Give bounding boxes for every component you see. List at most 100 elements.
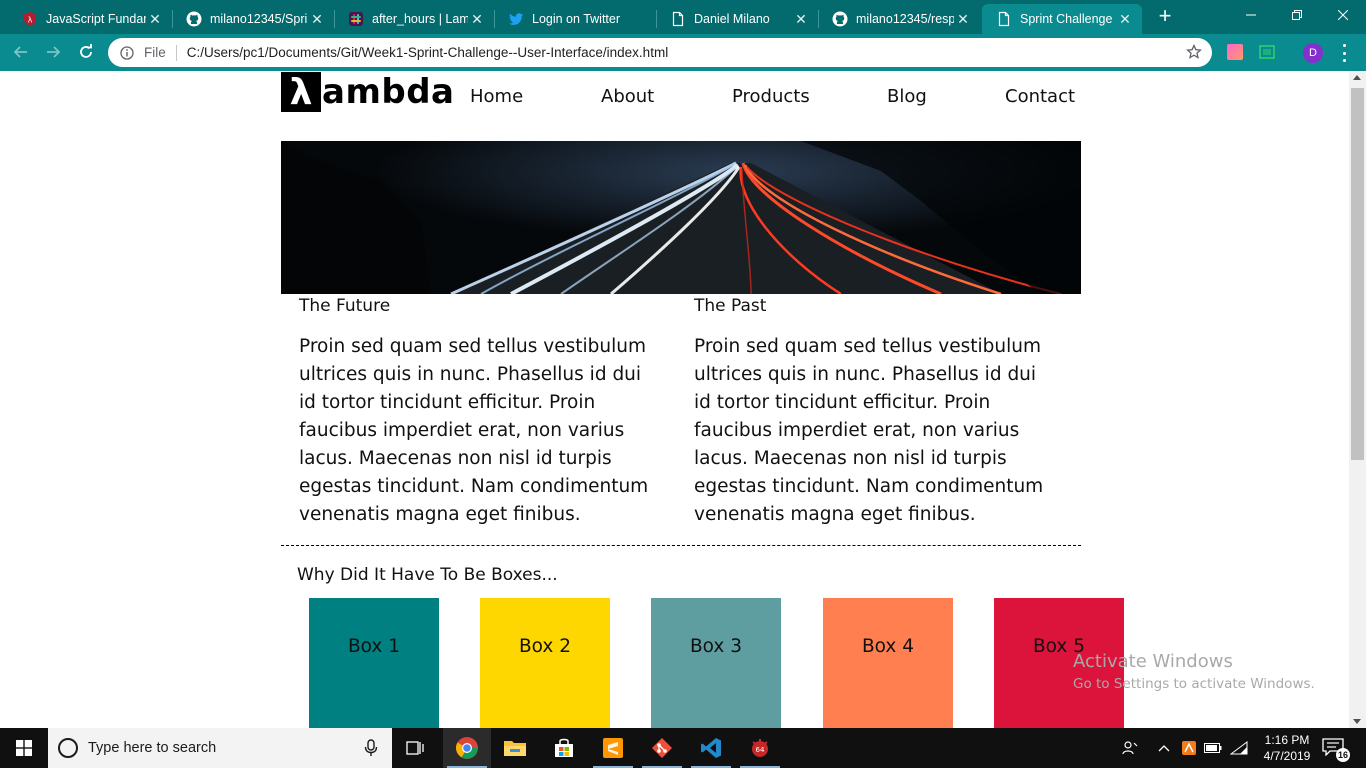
taskbar-sublime-text[interactable] [589, 728, 637, 768]
scroll-down-arrow-icon[interactable] [1353, 719, 1361, 724]
activate-windows-watermark: Activate Windows Go to Settings to activ… [1073, 651, 1315, 692]
taskbar-search-box[interactable]: Type here to search [48, 728, 392, 768]
windows-logo-icon [16, 740, 32, 756]
forward-button[interactable] [40, 39, 66, 65]
close-icon[interactable]: ✕ [792, 10, 810, 28]
restore-icon [1292, 10, 1302, 20]
tab-title: Sprint Challenge - [1020, 12, 1116, 26]
dashed-divider [281, 545, 1081, 546]
tab-javascript-fundamentals[interactable]: λ JavaScript Fundam ✕ [8, 4, 172, 34]
taskbar-chrome[interactable] [443, 728, 491, 768]
github-icon [832, 11, 848, 27]
close-icon [1338, 10, 1348, 20]
tray-app-button[interactable] [1178, 728, 1200, 768]
cortana-icon [58, 738, 78, 758]
svg-text:λ: λ [28, 16, 33, 25]
info-icon[interactable] [120, 45, 134, 60]
tab-title: milano12345/Sprin [210, 12, 308, 26]
close-window-button[interactable] [1320, 0, 1366, 30]
minimize-button[interactable] [1228, 0, 1274, 30]
lambda-symbol: λ [281, 72, 321, 113]
taskbar-vscode[interactable] [687, 728, 735, 768]
git-icon [652, 738, 672, 758]
task-view-icon [406, 741, 424, 755]
twitter-icon [508, 11, 524, 27]
show-hidden-icons-button[interactable] [1154, 728, 1174, 768]
boxes-section-title: Why Did It Have To Be Boxes... [297, 565, 558, 585]
column-heading: The Future [299, 296, 391, 316]
windows-taskbar: Type here to search 64 1:16 PM 4/7/2019 … [0, 728, 1366, 768]
forward-arrow-icon [47, 46, 61, 58]
close-icon[interactable]: ✕ [146, 10, 164, 28]
column-body: Proin sed quam sed tellus vestibulum ult… [299, 336, 649, 525]
wifi-icon [1230, 741, 1248, 755]
clock-time: 1:16 PM [1264, 733, 1310, 747]
nav-link-home[interactable]: Home [470, 86, 523, 107]
nav-link-blog[interactable]: Blog [887, 86, 927, 107]
tab-github-sprint[interactable]: milano12345/Sprin ✕ [172, 4, 334, 34]
new-tab-button[interactable]: + [1154, 5, 1176, 28]
divider [175, 44, 177, 61]
box-1: Box 1 [309, 598, 439, 728]
task-view-button[interactable] [392, 728, 440, 768]
tab-daniel-milano[interactable]: Daniel Milano ✕ [656, 4, 818, 34]
address-bar[interactable]: File C:/Users/pc1/Documents/Git/Week1-Sp… [108, 38, 1212, 67]
restore-button[interactable] [1274, 0, 1320, 30]
taskbar-clock[interactable]: 1:16 PM 4/7/2019 [1256, 732, 1318, 764]
github-icon [186, 11, 202, 27]
wifi-indicator[interactable] [1228, 728, 1250, 768]
taskbar-store[interactable] [540, 728, 588, 768]
app-icon: 64 [752, 739, 768, 757]
page-scrollbar[interactable] [1349, 71, 1366, 728]
reload-button[interactable] [73, 39, 99, 65]
people-button[interactable] [1118, 728, 1142, 768]
back-button[interactable] [8, 39, 34, 65]
nav-link-products[interactable]: Products [732, 86, 810, 107]
box-4: Box 4 [823, 598, 953, 728]
tab-slack-after-hours[interactable]: after_hours | Lamb ✕ [334, 4, 494, 34]
browser-toolbar: File C:/Users/pc1/Documents/Git/Week1-Sp… [0, 34, 1366, 71]
reload-icon [80, 44, 92, 58]
chrome-icon [456, 737, 478, 759]
scrollbar-thumb[interactable] [1351, 88, 1364, 460]
bookmark-star-icon[interactable] [1186, 44, 1202, 60]
box-2: Box 2 [480, 598, 610, 728]
nav-link-contact[interactable]: Contact [1005, 86, 1075, 107]
column-the-past: The Past Proin sed quam sed tellus vesti… [694, 295, 1054, 529]
lambda-shield-icon: λ [22, 11, 38, 27]
profile-avatar[interactable]: D [1303, 43, 1323, 63]
search-placeholder: Type here to search [88, 740, 217, 756]
battery-indicator[interactable] [1202, 728, 1224, 768]
minimize-icon [1246, 14, 1256, 16]
column-the-future: The Future Proin sed quam sed tellus ves… [299, 295, 659, 529]
tab-twitter-login[interactable]: Login on Twitter [494, 4, 656, 34]
tab-title: Daniel Milano [694, 12, 770, 26]
chrome-menu-button[interactable] [1341, 44, 1347, 62]
vscode-icon [701, 738, 721, 758]
color-picker-extension-icon[interactable] [1226, 43, 1244, 61]
taskbar-file-explorer[interactable] [491, 728, 539, 768]
page-viewport: λ ambda Home About Products Blog Contact [0, 71, 1349, 728]
close-icon[interactable]: ✕ [308, 10, 326, 28]
document-icon [670, 11, 686, 27]
start-button[interactable] [0, 728, 48, 768]
url-text[interactable]: C:/Users/pc1/Documents/Git/Week1-Sprint-… [187, 45, 668, 60]
taskbar-app[interactable]: 64 [736, 728, 784, 768]
microphone-icon[interactable] [364, 739, 378, 757]
people-icon [1122, 741, 1138, 755]
slack-icon [348, 11, 364, 27]
close-icon[interactable]: ✕ [954, 10, 972, 28]
back-arrow-icon [13, 46, 27, 58]
tab-github-resp[interactable]: milano12345/resp ✕ [818, 4, 980, 34]
logo-wordmark: ambda [322, 72, 455, 112]
scroll-up-arrow-icon[interactable] [1353, 75, 1361, 80]
action-center-button[interactable]: 16 [1322, 738, 1350, 762]
nav-link-about[interactable]: About [601, 86, 654, 107]
close-icon[interactable]: ✕ [1116, 10, 1134, 28]
close-icon[interactable]: ✕ [468, 10, 486, 28]
tab-sprint-challenge[interactable]: Sprint Challenge - ✕ [982, 4, 1142, 34]
screen-capture-extension-icon[interactable] [1258, 43, 1276, 61]
tab-title: Login on Twitter [532, 12, 621, 26]
taskbar-git[interactable] [638, 728, 686, 768]
lambda-logo[interactable]: λ ambda [281, 72, 455, 113]
